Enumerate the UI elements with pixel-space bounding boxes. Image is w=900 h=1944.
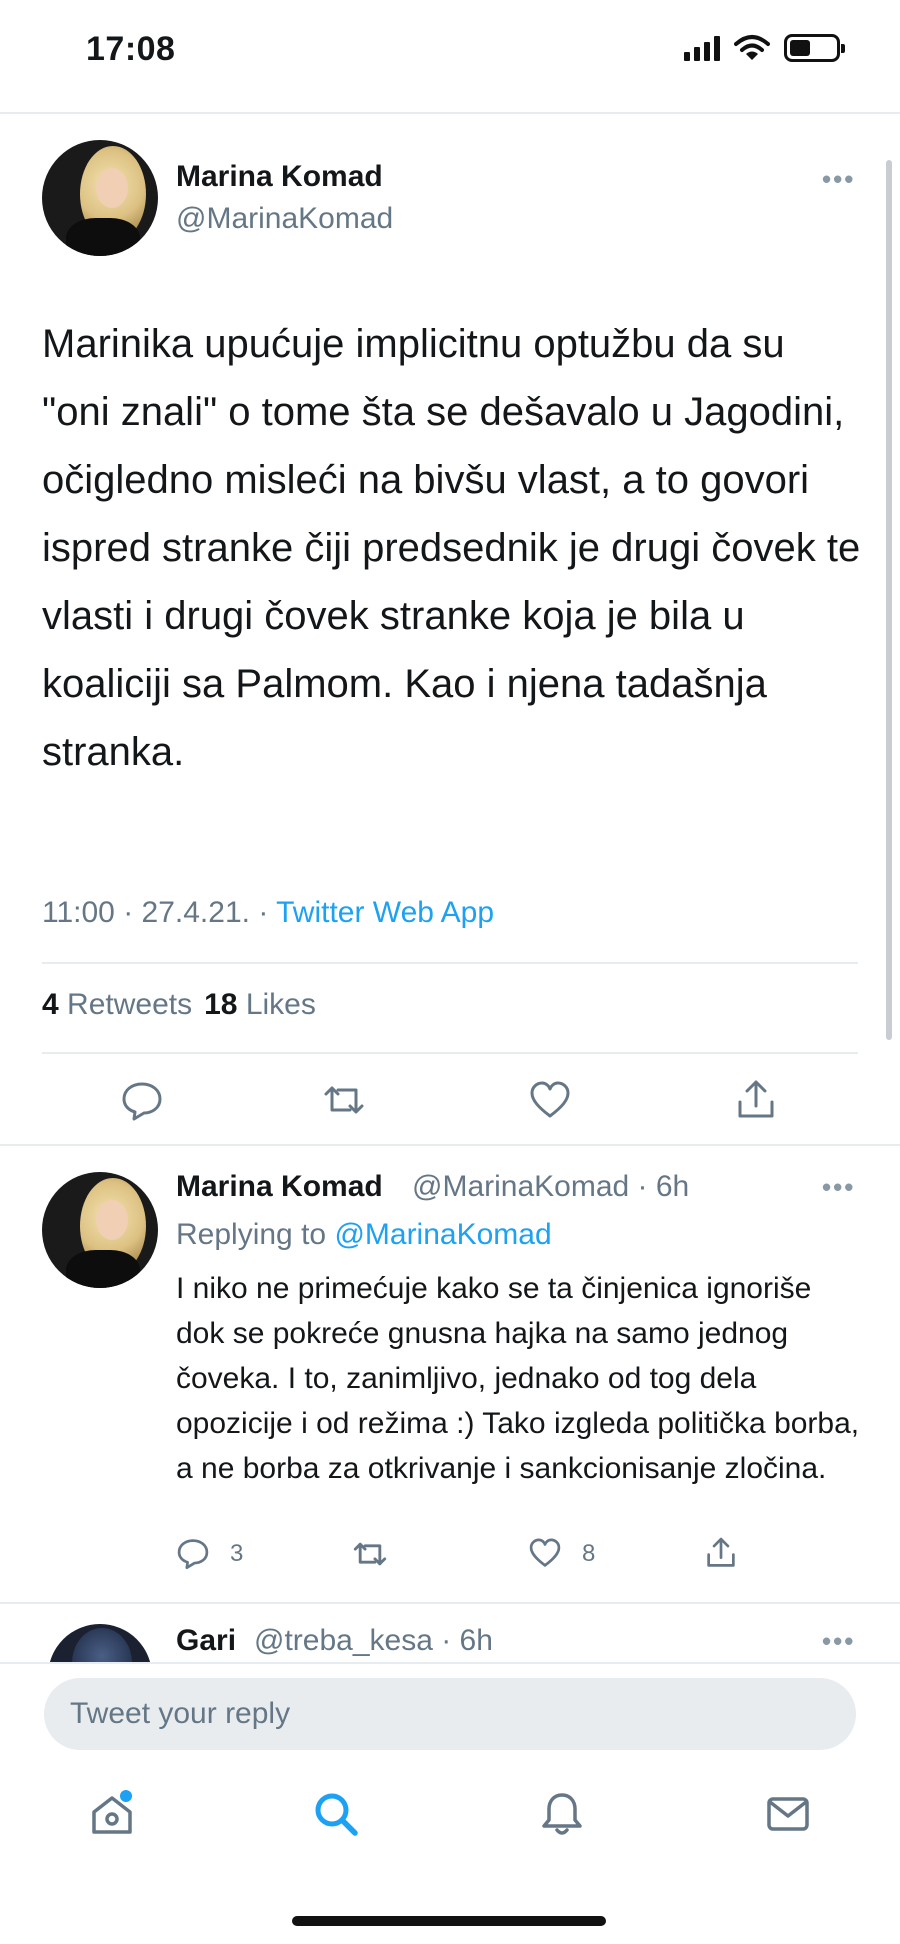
tweet-date: 27.4.21. — [141, 896, 250, 929]
share-icon[interactable] — [704, 1536, 738, 1570]
wifi-icon — [734, 35, 770, 60]
likes-label: Likes — [245, 988, 316, 1021]
messages-icon[interactable] — [764, 1790, 812, 1838]
retweet-icon[interactable] — [352, 1536, 388, 1572]
tweet-time: 11:00 — [42, 896, 115, 929]
like-icon[interactable] — [528, 1078, 572, 1122]
reply-text: I niko ne primećuje kako se ta činjenica… — [176, 1272, 860, 1485]
tweet-actions — [0, 1064, 900, 1134]
replying-to: Replying to @MarinaKomad — [176, 1218, 552, 1252]
avatar[interactable] — [42, 1172, 158, 1288]
author-name[interactable]: Marina Komad — [176, 160, 383, 194]
tweet-meta: 11:00 · 27.4.21. · Twitter Web App — [42, 896, 494, 930]
home-icon[interactable] — [88, 1790, 136, 1838]
reply-input[interactable] — [44, 1678, 856, 1750]
author-handle[interactable]: @MarinaKomad — [176, 202, 393, 236]
more-options-icon[interactable]: ••• — [822, 1172, 855, 1203]
likes-count: 18 — [204, 988, 238, 1021]
tweet-stats: 4 Retweets 18 Likes — [42, 988, 316, 1022]
search-icon[interactable] — [312, 1790, 360, 1838]
meta-separator: · — [123, 896, 134, 929]
bottom-nav — [0, 1756, 900, 1944]
source-app-link[interactable]: Twitter Web App — [276, 896, 494, 929]
more-options-icon[interactable]: ••• — [822, 1626, 855, 1657]
divider — [42, 1052, 858, 1054]
divider — [42, 962, 858, 964]
notifications-icon[interactable] — [538, 1790, 586, 1838]
share-icon[interactable] — [734, 1078, 778, 1122]
status-bar: 17:08 — [0, 0, 900, 112]
battery-level — [790, 40, 810, 56]
retweets-stat[interactable]: 4 Retweets — [42, 988, 192, 1022]
reply-tweet[interactable]: Marina Komad @MarinaKomad · 6h ••• Reply… — [0, 1146, 900, 1602]
status-icons — [684, 34, 845, 62]
author-name[interactable]: Marina Komad — [176, 1170, 383, 1204]
status-time: 17:08 — [86, 30, 176, 68]
author-handle-time[interactable]: @treba_kesa · 6h — [254, 1624, 493, 1658]
more-options-icon[interactable]: ••• — [822, 164, 855, 195]
like-count: 8 — [582, 1540, 596, 1567]
reply-count: 3 — [230, 1540, 244, 1567]
retweet-icon[interactable] — [322, 1078, 366, 1122]
reply-icon[interactable] — [120, 1078, 164, 1122]
tweet-text: Marinika upućuje implicitnu optužbu da s… — [42, 322, 861, 774]
avatar[interactable] — [48, 1624, 152, 1662]
next-reply-tweet[interactable]: Gari @treba_kesa · 6h ••• — [0, 1604, 900, 1662]
avatar[interactable] — [42, 140, 158, 256]
reply-icon[interactable] — [176, 1536, 210, 1570]
scrollbar[interactable] — [886, 160, 892, 1040]
home-indicator[interactable] — [292, 1916, 606, 1926]
replying-to-link[interactable]: @MarinaKomad — [334, 1218, 551, 1251]
likes-stat[interactable]: 18 Likes — [204, 988, 316, 1022]
retweets-label: Retweets — [67, 988, 193, 1021]
author-name[interactable]: Gari — [176, 1624, 236, 1658]
like-icon[interactable] — [528, 1536, 562, 1570]
main-tweet: Marina Komad @MarinaKomad ••• Marinika u… — [0, 114, 900, 1144]
author-handle-time[interactable]: @MarinaKomad · 6h — [412, 1170, 689, 1204]
retweets-count: 4 — [42, 988, 59, 1021]
replying-prefix: Replying to — [176, 1218, 327, 1251]
cellular-signal-icon — [684, 35, 720, 61]
meta-separator: · — [258, 896, 269, 929]
reply-composer — [0, 1662, 900, 1756]
reply-actions: 3 8 — [0, 1536, 900, 1586]
battery-icon — [784, 34, 845, 62]
